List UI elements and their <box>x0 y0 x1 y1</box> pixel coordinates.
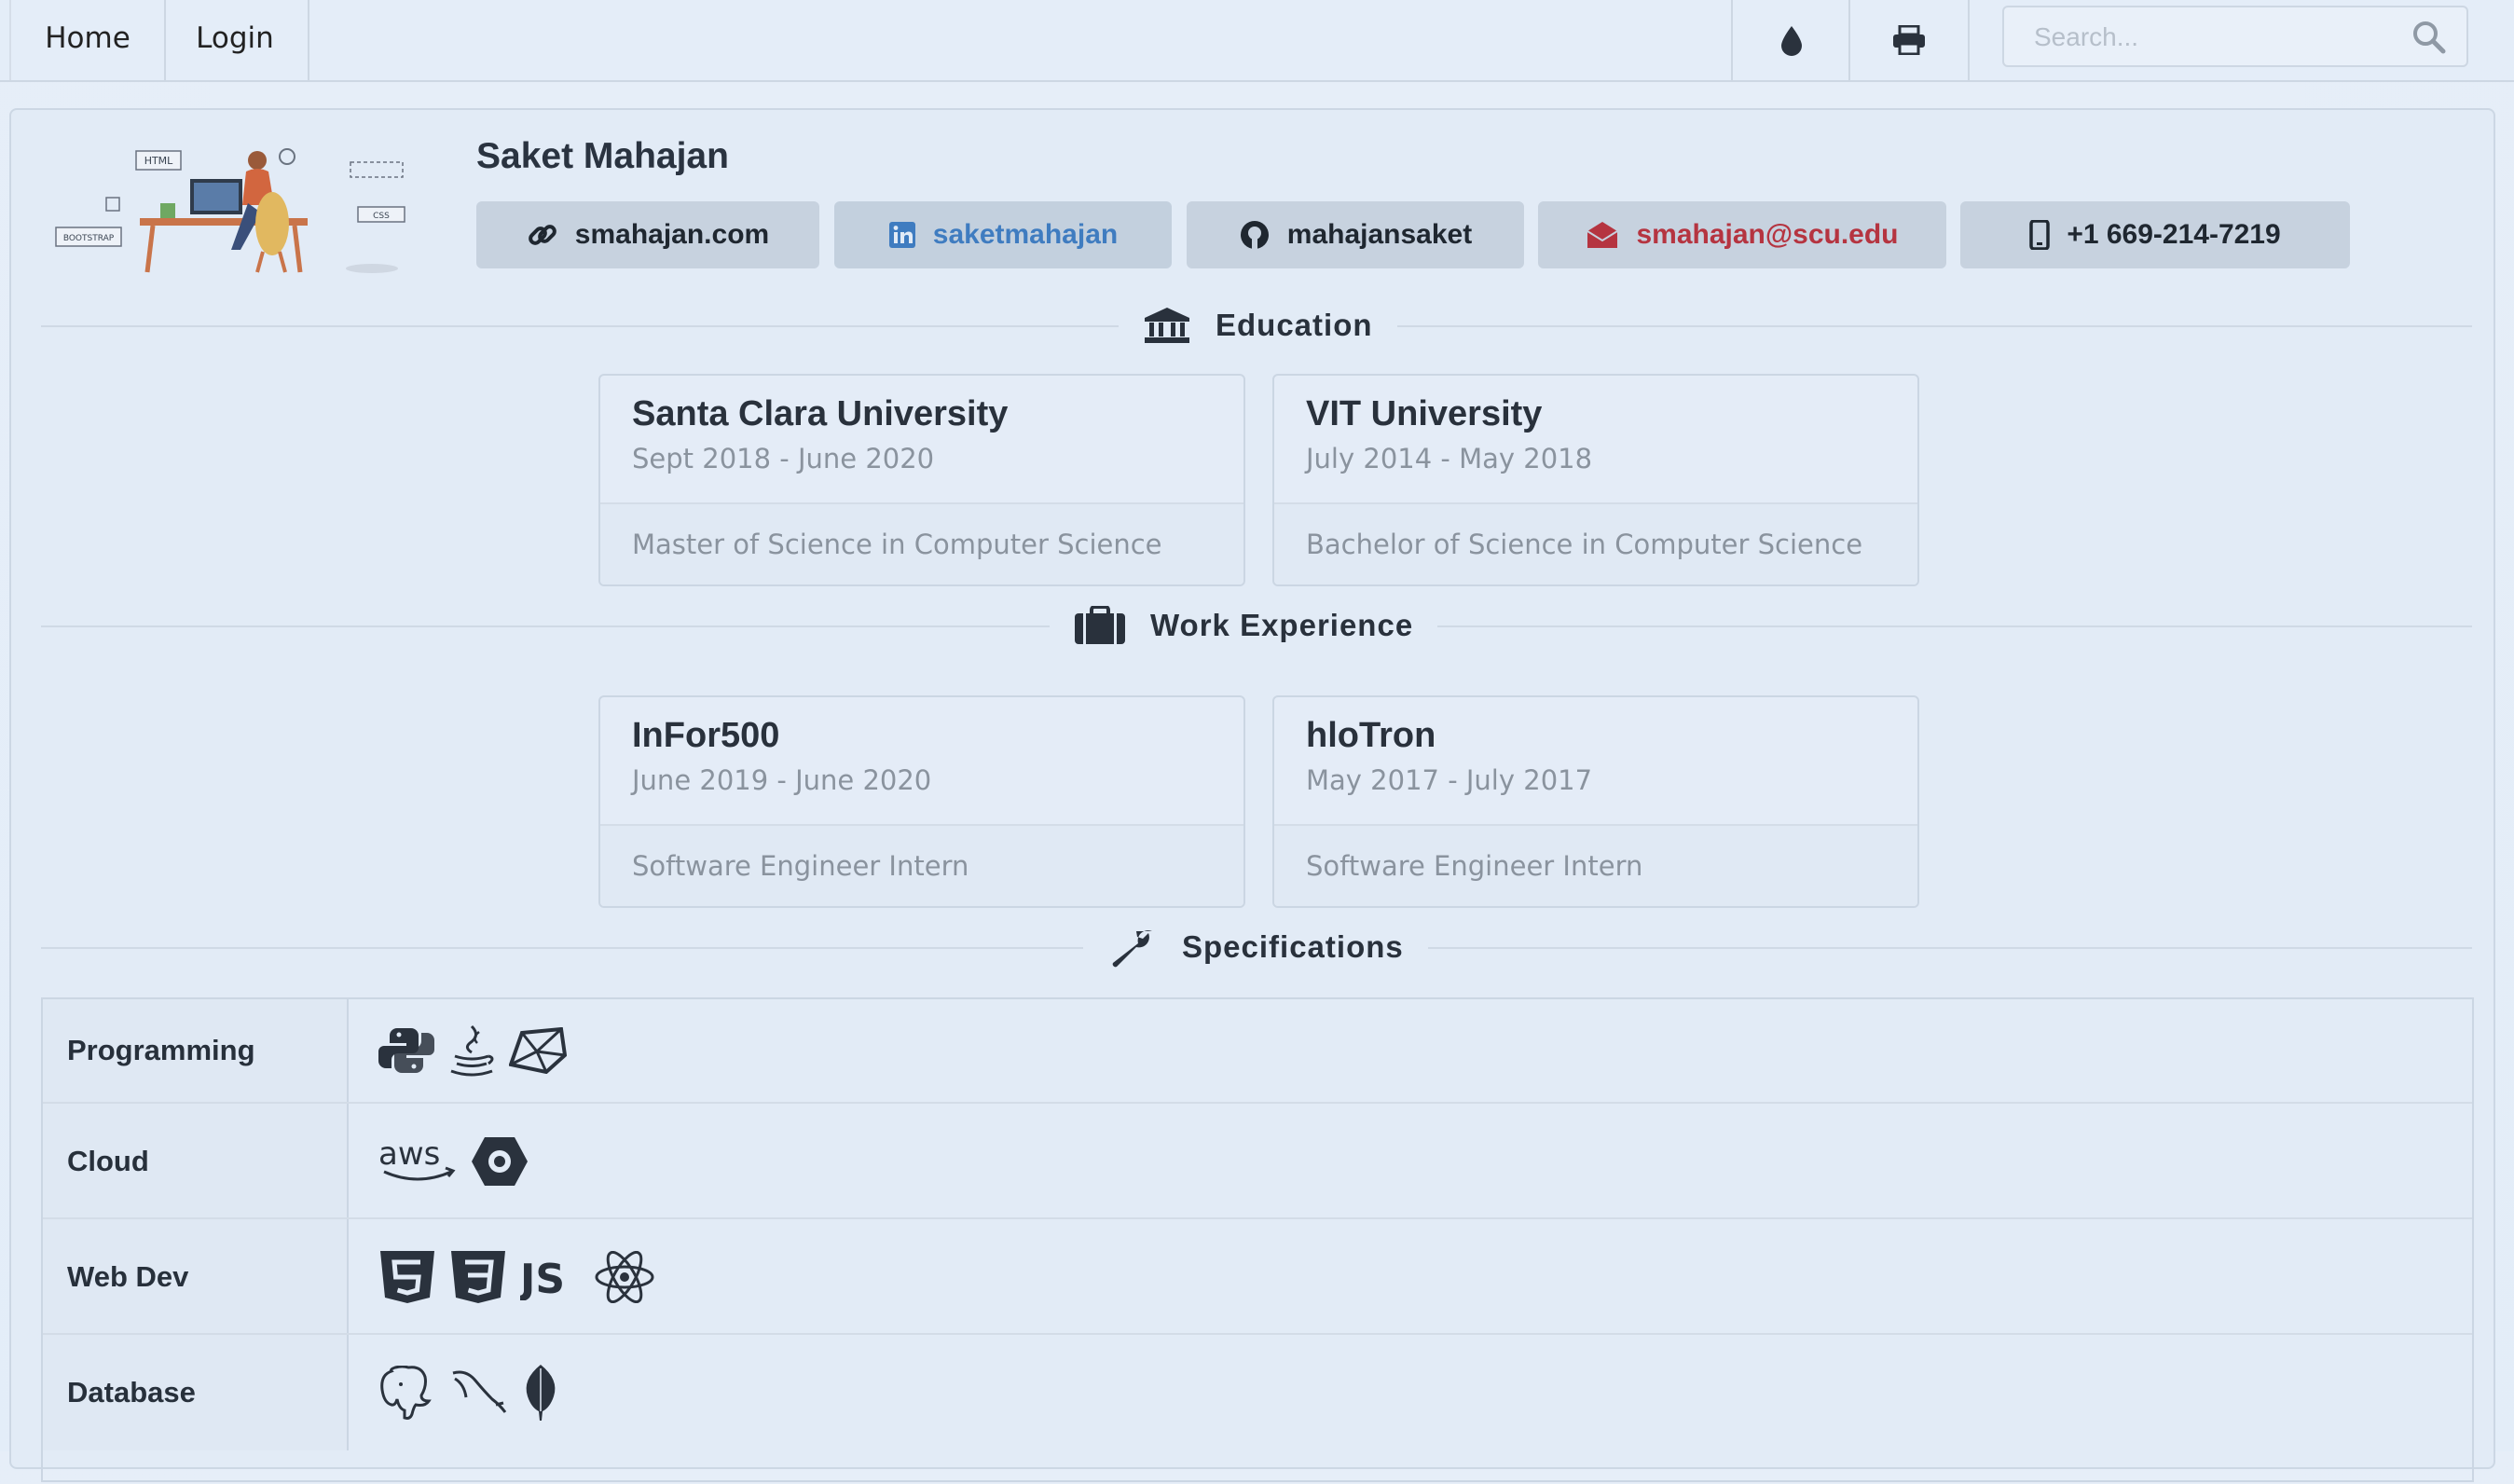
degree: Master of Science in Computer Science <box>632 529 1162 560</box>
table-row: Database <box>43 1333 2472 1484</box>
education-card: Santa Clara University Sept 2018 - June … <box>598 374 1245 586</box>
github-label: mahajansaket <box>1286 219 1473 250</box>
tint-icon <box>1781 26 1802 56</box>
theme-toggle-button[interactable] <box>1731 0 1850 80</box>
education-dates: Sept 2018 - June 2020 <box>632 443 935 474</box>
phone-label: +1 669-214-7219 <box>2067 219 2281 250</box>
html5-icon <box>380 1251 434 1303</box>
linkedin-icon <box>888 222 915 248</box>
work-dates: May 2017 - July 2017 <box>1306 764 1593 796</box>
js-icon: JS <box>520 1256 565 1300</box>
company-name: hloTron <box>1306 716 1436 755</box>
developer-illustration: HTML BOOTSTRAP CSS <box>55 148 405 273</box>
work-dates: June 2019 - June 2020 <box>632 764 932 796</box>
education-title: Education <box>1216 308 1373 342</box>
postgresql-icon <box>380 1366 432 1420</box>
school-name: Santa Clara University <box>632 394 1009 433</box>
github-icon <box>1240 221 1269 249</box>
education-dates: July 2014 - May 2018 <box>1306 443 1593 474</box>
education-section-header: Education <box>41 297 2472 353</box>
website-label: smahajan.com <box>574 219 770 250</box>
nav-home-link[interactable]: Home <box>9 0 166 80</box>
spec-label: Cloud <box>67 1145 149 1177</box>
java-icon <box>450 1024 494 1077</box>
specifications-title: Specifications <box>1182 929 1404 964</box>
spec-label: Web Dev <box>67 1260 189 1293</box>
envelope-open-icon <box>1587 222 1619 248</box>
work-card: InFor500 June 2019 - June 2020 Software … <box>598 695 1245 908</box>
spec-label: Programming <box>67 1034 255 1066</box>
phone-link[interactable]: +1 669-214-7219 <box>1960 201 2350 268</box>
education-card: VIT University July 2014 - May 2018 Bach… <box>1272 374 1919 586</box>
table-row: Programming <box>43 999 2472 1102</box>
svg-text:CSS: CSS <box>373 212 390 221</box>
link-icon <box>528 225 556 245</box>
ruby-icon <box>509 1027 567 1074</box>
resume-card: HTML BOOTSTRAP CSS Saket Mahajan smahaja… <box>9 108 2495 1482</box>
mobile-icon <box>2029 220 2051 250</box>
company-name: InFor500 <box>632 716 780 755</box>
specifications-section-header: Specifications <box>41 919 2472 975</box>
work-title: Work Experience <box>1150 608 1414 642</box>
navbar: Home Login <box>0 0 2514 82</box>
mysql-icon <box>452 1370 507 1413</box>
github-link[interactable]: mahajansaket <box>1187 201 1524 268</box>
work-section-header: Work Experience <box>41 598 2472 653</box>
website-link[interactable]: smahajan.com <box>476 201 819 268</box>
nav-login-link[interactable]: Login <box>162 0 309 80</box>
linkedin-link[interactable]: saketmahajan <box>834 201 1172 268</box>
email-label: smahajan@scu.edu <box>1636 219 1899 250</box>
print-icon <box>1893 25 1925 55</box>
css3-icon <box>451 1251 505 1303</box>
search-icon[interactable] <box>2412 21 2446 54</box>
svg-text:aws: aws <box>378 1138 440 1173</box>
university-icon <box>1145 308 1189 343</box>
job-role: Software Engineer Intern <box>632 850 969 882</box>
spec-label: Database <box>67 1376 196 1408</box>
react-icon <box>595 1251 654 1303</box>
work-card: hloTron May 2017 - July 2017 Software En… <box>1272 695 1919 908</box>
aws-icon: aws <box>378 1138 456 1181</box>
table-row: Web Dev JS <box>43 1217 2472 1335</box>
profile-name: Saket Mahajan <box>476 136 729 176</box>
linkedin-label: saketmahajan <box>932 219 1119 250</box>
mongodb-icon <box>526 1365 556 1421</box>
search-box <box>2002 6 2468 67</box>
gcp-icon <box>472 1137 528 1186</box>
print-button[interactable] <box>1848 0 1970 80</box>
school-name: VIT University <box>1306 394 1543 433</box>
python-icon <box>378 1028 434 1073</box>
svg-text:BOOTSTRAP: BOOTSTRAP <box>63 234 115 243</box>
briefcase-icon <box>1075 606 1125 644</box>
wrench-icon <box>1112 930 1152 968</box>
search-input[interactable] <box>2032 15 2390 60</box>
email-link[interactable]: smahajan@scu.edu <box>1538 201 1946 268</box>
job-role: Software Engineer Intern <box>1306 850 1643 882</box>
table-row: Cloud aws <box>43 1102 2472 1219</box>
degree: Bachelor of Science in Computer Science <box>1306 529 1863 560</box>
specifications-table: Programming Cloud aws Web Dev JS Databas… <box>41 997 2474 1482</box>
svg-text:HTML: HTML <box>144 155 173 167</box>
svg-text:JS: JS <box>520 1256 565 1300</box>
